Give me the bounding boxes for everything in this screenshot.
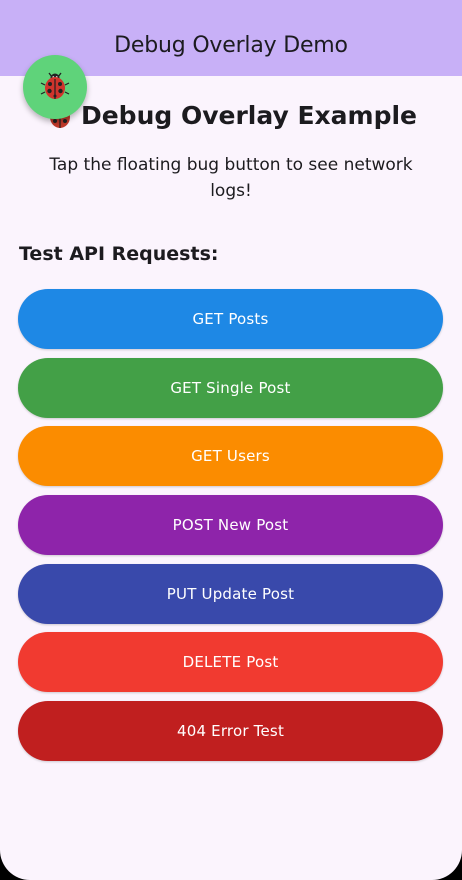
- api-button-404-error-test[interactable]: 404 Error Test: [18, 701, 443, 762]
- api-button-put-update-post[interactable]: PUT Update Post: [18, 563, 443, 624]
- app-screen: Debug Overlay Demo Debug Overlay Example…: [0, 0, 462, 880]
- api-button-post-new-post[interactable]: POST New Post: [18, 495, 443, 556]
- api-button-delete-post[interactable]: DELETE Post: [18, 632, 443, 693]
- api-button-label: POST New Post: [172, 516, 289, 535]
- api-button-get-single-post[interactable]: GET Single Post: [18, 357, 443, 418]
- api-button-get-posts[interactable]: GET Posts: [18, 289, 443, 349]
- api-button-label: GET Users: [191, 447, 270, 466]
- app-bar-title: Debug Overlay Demo: [114, 33, 348, 58]
- api-button-label: GET Single Post: [170, 378, 291, 397]
- ladybug-icon: [38, 68, 72, 106]
- api-button-label: DELETE Post: [182, 653, 279, 672]
- page-subtitle: Tap the floating bug button to see netwo…: [49, 155, 413, 201]
- api-button-list: GET Posts GET Single Post GET Users POST Ne…: [18, 289, 443, 770]
- section-title: Test API Requests:: [19, 243, 219, 265]
- page-heading: Debug Overlay Example: [80, 100, 418, 130]
- api-button-label: PUT Update Post: [166, 584, 295, 603]
- api-button-get-users[interactable]: GET Users: [18, 426, 443, 487]
- api-button-label: GET Posts: [192, 310, 269, 328]
- api-button-label: 404 Error Test: [176, 722, 285, 741]
- debug-overlay-fab[interactable]: [23, 55, 87, 119]
